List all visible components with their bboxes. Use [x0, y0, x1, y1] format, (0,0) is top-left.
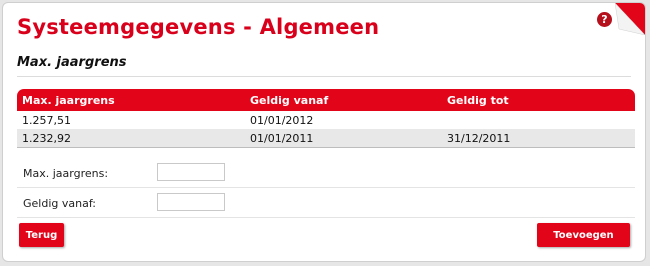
cell-geldig-vanaf: 01/01/2011 — [250, 132, 314, 145]
divider — [17, 76, 631, 77]
cell-geldig-vanaf: 01/01/2012 — [250, 114, 314, 127]
cell-max-jaargrens: 1.257,51 — [22, 114, 71, 127]
table-row[interactable]: 1.232,92 01/01/2011 31/12/2011 — [17, 129, 635, 147]
form-row-max-jaargrens: Max. jaargrens: — [17, 159, 635, 188]
help-icon[interactable]: ? — [597, 12, 612, 27]
section-title: Max. jaargrens — [17, 55, 127, 70]
geldig-vanaf-input[interactable] — [157, 193, 225, 211]
column-header-geldig-tot[interactable]: Geldig tot — [447, 94, 509, 107]
max-jaargrens-label: Max. jaargrens: — [23, 167, 109, 180]
data-table: Max. jaargrens Geldig vanaf Geldig tot 1… — [17, 89, 635, 148]
column-header-geldig-vanaf[interactable]: Geldig vanaf — [250, 94, 328, 107]
add-button[interactable]: Toevoegen — [537, 223, 630, 247]
cell-max-jaargrens: 1.232,92 — [22, 132, 71, 145]
page-corner-fold-icon — [615, 3, 645, 35]
table-header: Max. jaargrens Geldig vanaf Geldig tot — [17, 89, 635, 111]
form-row-geldig-vanaf: Geldig vanaf: — [17, 189, 635, 218]
main-panel: Systeemgegevens - Algemeen ? Max. jaargr… — [2, 2, 646, 262]
divider — [17, 147, 635, 148]
max-jaargrens-input[interactable] — [157, 163, 225, 181]
cell-geldig-tot: 31/12/2011 — [447, 132, 511, 145]
column-header-max-jaargrens[interactable]: Max. jaargrens — [22, 94, 115, 107]
table-row[interactable]: 1.257,51 01/01/2012 — [17, 111, 635, 129]
back-button[interactable]: Terug — [19, 223, 64, 247]
geldig-vanaf-label: Geldig vanaf: — [23, 197, 97, 210]
page-title: Systeemgegevens - Algemeen — [17, 15, 380, 39]
